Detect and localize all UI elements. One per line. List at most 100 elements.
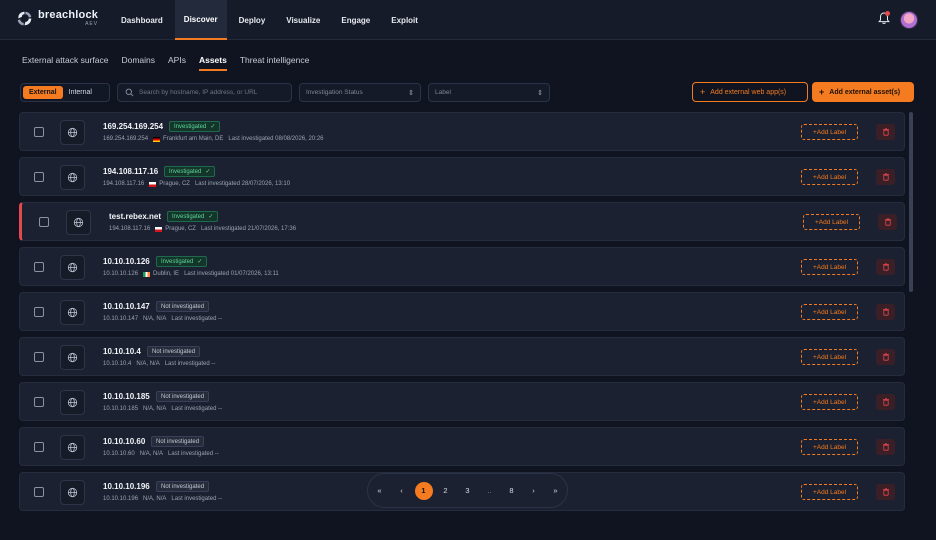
nav-item-dashboard[interactable]: Dashboard <box>112 0 172 40</box>
asset-ip: 10.10.10.126 <box>103 271 139 277</box>
investigation-status-select[interactable]: Investigation Status ⇕ <box>299 83 421 102</box>
asset-name[interactable]: 10.10.10.147 <box>103 302 150 311</box>
tab-external-attack-surface[interactable]: External attack surface <box>22 55 108 71</box>
status-badge-text: Not investigated <box>161 303 205 310</box>
asset-location: N/A, N/A <box>143 316 167 322</box>
delete-button[interactable] <box>876 394 895 410</box>
globe-icon <box>67 352 78 363</box>
page-8-button[interactable]: 8 <box>503 482 521 500</box>
add-web-app-button[interactable]: + Add external web app(s) <box>692 82 808 102</box>
user-avatar[interactable] <box>900 11 918 29</box>
delete-button[interactable] <box>876 169 895 185</box>
add-asset-button[interactable]: + Add external asset(s) <box>812 82 914 102</box>
globe-icon <box>73 217 84 228</box>
delete-button[interactable] <box>876 304 895 320</box>
status-badge-text: Investigated <box>169 168 202 175</box>
search-input[interactable] <box>139 89 289 96</box>
delete-button[interactable] <box>876 124 895 140</box>
asset-name[interactable]: test.rebex.net <box>109 212 161 221</box>
country-flag-icon <box>155 226 163 232</box>
asset-location: N/A, N/A <box>136 361 160 367</box>
asset-type-globe <box>60 120 85 145</box>
asset-name[interactable]: 10.10.10.60 <box>103 437 145 446</box>
row-checkbox[interactable] <box>34 172 44 182</box>
row-checkbox[interactable] <box>34 262 44 272</box>
last-investigated-prefix: Last investigated <box>171 406 217 412</box>
trash-icon <box>882 128 890 136</box>
row-checkbox[interactable] <box>34 487 44 497</box>
last-page-button[interactable]: » <box>547 482 565 500</box>
last-investigated-time: 21/07/2026, 17:36 <box>247 226 297 232</box>
delete-button[interactable] <box>876 259 895 275</box>
asset-name[interactable]: 10.10.10.196 <box>103 482 150 491</box>
delete-button[interactable] <box>876 484 895 500</box>
page-3-button[interactable]: 3 <box>459 482 477 500</box>
next-page-button[interactable]: › <box>525 482 543 500</box>
globe-icon <box>67 262 78 273</box>
nav-item-engage[interactable]: Engage <box>332 0 379 40</box>
trash-icon <box>882 488 890 496</box>
tab-apis[interactable]: APIs <box>168 55 186 71</box>
add-label-button[interactable]: + Add Label <box>803 214 860 230</box>
scrollbar[interactable] <box>909 112 913 292</box>
row-checkbox[interactable] <box>34 397 44 407</box>
asset-name[interactable]: 10.10.10.4 <box>103 347 141 356</box>
brand-sub: AEV <box>85 21 99 27</box>
add-label-button[interactable]: + Add Label <box>801 439 858 455</box>
asset-location: Dublin, IE <box>153 271 180 277</box>
row-checkbox[interactable] <box>34 442 44 452</box>
scope-external-option[interactable]: External <box>23 86 63 99</box>
check-icon: ✓ <box>205 169 211 175</box>
asset-name[interactable]: 169.254.169.254 <box>103 122 163 131</box>
tab-threat-intelligence[interactable]: Threat intelligence <box>240 55 309 71</box>
add-label-text: Add Label <box>816 173 847 181</box>
asset-row: 194.108.117.16 Investigated ✓ 194.108.117.1… <box>19 157 905 196</box>
label-select[interactable]: Label ⇕ <box>428 83 550 102</box>
asset-location: N/A, N/A <box>143 496 167 502</box>
row-checkbox[interactable] <box>34 307 44 317</box>
asset-location: Frankfurt am Main, DE <box>163 136 224 142</box>
country-flag-icon <box>143 271 151 277</box>
add-label-button[interactable]: + Add Label <box>801 394 858 410</box>
asset-name[interactable]: 10.10.10.126 <box>103 257 150 266</box>
asset-meta: 10.10.10.126 Dublin, IE Last investigated … <box>103 271 279 277</box>
status-badge: Investigated ✓ <box>167 211 219 222</box>
nav-item-exploit[interactable]: Exploit <box>382 0 427 40</box>
add-label-button[interactable]: + Add Label <box>801 304 858 320</box>
investigation-status-placeholder: Investigation Status <box>306 89 363 96</box>
row-checkbox[interactable] <box>34 127 44 137</box>
nav-item-visualize[interactable]: Visualize <box>277 0 329 40</box>
status-badge-text: Not investigated <box>161 393 205 400</box>
tab-assets[interactable]: Assets <box>198 55 227 71</box>
add-label-button[interactable]: + Add Label <box>801 484 858 500</box>
prev-page-button[interactable]: ‹ <box>393 482 411 500</box>
delete-button[interactable] <box>876 439 895 455</box>
page-2-button[interactable]: 2 <box>437 482 455 500</box>
status-badge-text: Not investigated <box>152 348 196 355</box>
asset-name[interactable]: 194.108.117.16 <box>103 167 158 176</box>
asset-type-globe <box>66 210 91 235</box>
trash-icon <box>882 173 890 181</box>
asset-row: 10.10.10.185 Not investigated 10.10.10.185… <box>19 382 905 421</box>
tab-domains[interactable]: Domains <box>121 55 155 71</box>
first-page-button[interactable]: « <box>371 482 389 500</box>
brand-logo[interactable]: breachlock AEV <box>16 10 98 27</box>
page-1-button[interactable]: 1 <box>414 481 433 500</box>
add-label-button[interactable]: + Add Label <box>801 259 858 275</box>
scope-internal-option[interactable]: Internal <box>63 86 98 99</box>
delete-button[interactable] <box>878 214 897 230</box>
nav-item-deploy[interactable]: Deploy <box>230 0 275 40</box>
add-label-button[interactable]: + Add Label <box>801 169 858 185</box>
row-checkbox[interactable] <box>39 217 49 227</box>
add-label-button[interactable]: + Add Label <box>801 349 858 365</box>
last-investigated-prefix: Last investigated <box>194 181 240 187</box>
row-checkbox[interactable] <box>34 352 44 362</box>
asset-name[interactable]: 10.10.10.185 <box>103 392 150 401</box>
breachlock-logo-icon <box>17 11 32 26</box>
asset-meta: 194.108.117.16 Prague, CZ Last investigate… <box>109 226 296 232</box>
add-label-button[interactable]: + Add Label <box>801 124 858 140</box>
asset-location: N/A, N/A <box>143 406 167 412</box>
asset-type-globe <box>60 480 85 505</box>
nav-item-discover[interactable]: Discover <box>174 0 227 40</box>
delete-button[interactable] <box>876 349 895 365</box>
